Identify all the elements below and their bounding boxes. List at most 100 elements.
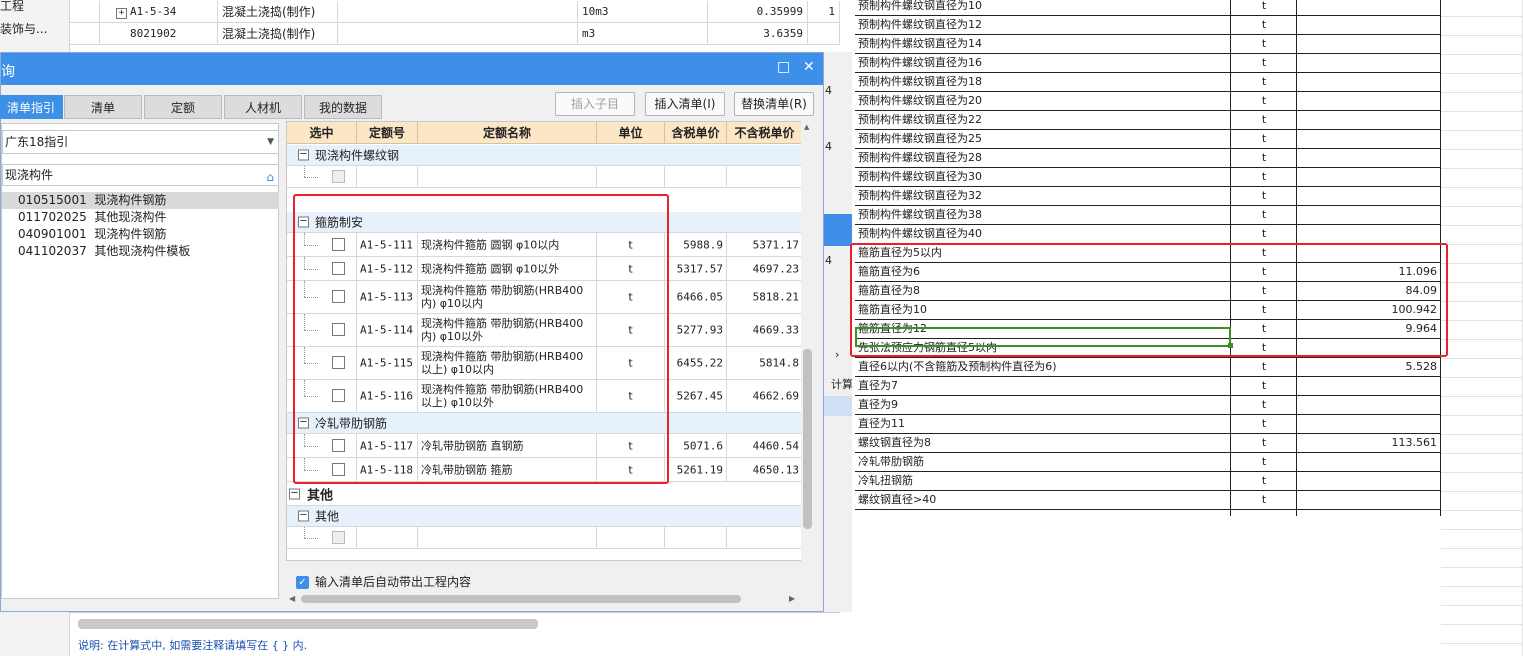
group-row[interactable]: − 箍筋制安 (287, 212, 803, 233)
sheet-row[interactable]: 预制构件螺纹钢直径为38 t (855, 206, 1441, 225)
steel-name-cell[interactable]: 预制构件螺纹钢直径为28 (858, 149, 982, 167)
list-item[interactable]: 010515001 现浇构件钢筋 (2, 192, 279, 209)
insert-list-button[interactable]: 插入清单(I) (645, 92, 725, 116)
col-header-unit[interactable]: 单位 (597, 122, 665, 144)
unit-cell[interactable]: t (1231, 73, 1297, 91)
table-row[interactable]: A1-5-117 冷轧带肋钢筋 直钢筋 t 5071.6 4460.54 (287, 434, 803, 458)
unit-cell[interactable]: t (1231, 358, 1297, 376)
steel-name-cell[interactable]: 预制构件螺纹钢直径为10 (858, 0, 982, 15)
steel-name-cell[interactable]: 直径为7 (858, 377, 898, 395)
table-row[interactable]: A1-5-116 现浇构件箍筋 带肋钢筋(HRB400 以上) φ10以外 t 5267… (287, 380, 803, 413)
unit-cell[interactable]: t (1231, 130, 1297, 148)
dialog-titlebar[interactable]: 询 □ ✕ (1, 53, 823, 85)
tab-list[interactable]: 清单 (64, 95, 142, 119)
maximize-icon[interactable]: □ (777, 59, 790, 75)
table-row[interactable]: A1-5-115 现浇构件箍筋 带肋钢筋(HRB400 以上) φ10以内 t 6455… (287, 347, 803, 380)
col-header-code[interactable]: 定额号 (357, 122, 418, 144)
vertical-scrollbar[interactable]: ▲ (801, 121, 814, 561)
unit-cell[interactable]: t (1231, 396, 1297, 414)
collapse-icon[interactable]: − (289, 488, 300, 499)
group-row[interactable]: − 现浇构件螺纹钢 (287, 145, 803, 166)
expand-icon[interactable]: + (116, 8, 127, 19)
sheet-row[interactable]: 预制构件螺纹钢直径为14 t (855, 35, 1441, 54)
tab-quota[interactable]: 定额 (144, 95, 222, 119)
horizontal-scrollbar[interactable]: ◀ ▶ (287, 593, 801, 605)
table-row[interactable]: + A1-5-34 混凝土浇捣(制作) 10m3 0.35999 1 (70, 1, 840, 23)
tree-item[interactable]: 工程 (0, 0, 24, 14)
col-header-notax-price[interactable]: 不含税单价 (727, 122, 803, 144)
tab-my-data[interactable]: 我的数据 (304, 95, 382, 119)
sheet-row[interactable]: 冷轧带肋钢筋 t (855, 453, 1441, 472)
col-header-tax-price[interactable]: 含税单价 (665, 122, 727, 144)
row-checkbox[interactable] (332, 290, 345, 303)
unit-cell[interactable]: t (1231, 263, 1297, 281)
steel-name-cell[interactable]: 预制构件螺纹钢直径为22 (858, 111, 982, 129)
sheet-row[interactable]: 预制构件螺纹钢直径为10 t (855, 0, 1441, 16)
value-cell[interactable]: 5.528 (1297, 358, 1439, 376)
sheet-row[interactable]: 直径6以内(不含箍筋及预制构件直径为6) t 5.528 (855, 358, 1441, 377)
tab-materials[interactable]: 人材机 (224, 95, 302, 119)
auto-content-checkbox[interactable]: ✓ 输入清单后自动带出工程内容 (296, 573, 471, 590)
row-checkbox[interactable] (332, 438, 345, 452)
steel-name-cell[interactable]: 螺纹钢直径>40 (858, 491, 936, 509)
table-row[interactable]: A1-5-111 现浇构件箍筋 圆钢 φ10以内 t 5988.9 5371.17 (287, 233, 803, 257)
unit-cell[interactable]: t (1231, 0, 1297, 15)
sheet-row[interactable]: 预制构件螺纹钢直径为22 t (855, 111, 1441, 130)
collapse-icon[interactable]: − (298, 149, 309, 161)
steel-name-cell[interactable]: 直径6以内(不含箍筋及预制构件直径为6) (858, 358, 1057, 376)
sheet-row[interactable]: 预制构件螺纹钢直径为40 t (855, 225, 1441, 244)
row-checkbox[interactable] (332, 462, 345, 476)
table-row[interactable]: 8021902 混凝土浇捣(制作) m3 3.6359 (70, 23, 840, 45)
unit-cell[interactable]: t (1231, 415, 1297, 433)
steel-name-cell[interactable]: 箍筋直径为5以内 (858, 244, 942, 262)
steel-name-cell[interactable]: 预制构件螺纹钢直径为25 (858, 130, 982, 148)
tab-list-guide[interactable]: 清单指引 (0, 95, 63, 119)
list-item[interactable]: 011702025 其他现浇构件 (2, 209, 279, 226)
sheet-row[interactable]: 直径为7 t (855, 377, 1441, 396)
steel-name-cell[interactable]: 螺纹钢直径为8 (858, 434, 931, 452)
guide-select[interactable]: 广东18指引 ▼ (2, 130, 279, 154)
close-icon[interactable]: ✕ (803, 59, 815, 75)
value-cell[interactable]: 100.942 (1297, 301, 1439, 319)
unit-cell[interactable]: t (1231, 320, 1297, 338)
unit-cell[interactable]: t (1231, 16, 1297, 34)
unit-cell[interactable]: t (1231, 301, 1297, 319)
sheet-row[interactable]: 直径为9 t (855, 396, 1441, 415)
steel-name-cell[interactable]: 预制构件螺纹钢直径为32 (858, 187, 982, 205)
unit-cell[interactable]: t (1231, 453, 1297, 471)
steel-name-cell[interactable]: 预制构件螺纹钢直径为12 (858, 16, 982, 34)
scroll-right-icon[interactable]: › (835, 348, 839, 361)
sheet-row[interactable]: 预制构件螺纹钢直径为16 t (855, 54, 1441, 73)
row-checkbox[interactable] (332, 530, 345, 544)
table-row[interactable]: A1-5-112 现浇构件箍筋 圆钢 φ10以外 t 5317.57 4697.23 (287, 257, 803, 281)
unit-cell[interactable]: t (1231, 168, 1297, 186)
steel-name-cell[interactable]: 预制构件螺纹钢直径为18 (858, 73, 982, 91)
value-cell[interactable]: 9.964 (1297, 320, 1439, 338)
value-cell[interactable]: 84.09 (1297, 282, 1439, 300)
list-item[interactable]: 040901001 现浇构件钢筋 (2, 226, 279, 243)
unit-cell[interactable]: t (1231, 149, 1297, 167)
collapse-icon[interactable]: − (298, 417, 309, 429)
unit-cell[interactable]: t (1231, 187, 1297, 205)
steel-name-cell[interactable]: 箍筋直径为6 (858, 263, 920, 281)
scroll-thumb[interactable] (301, 595, 741, 603)
steel-name-cell[interactable]: 直径为11 (858, 415, 905, 433)
row-checkbox[interactable] (332, 323, 345, 336)
value-cell[interactable]: 113.561 (1297, 434, 1439, 452)
steel-name-cell[interactable]: 预制构件螺纹钢直径为20 (858, 92, 982, 110)
steel-name-cell[interactable]: 直径为9 (858, 396, 898, 414)
unit-cell[interactable]: t (1231, 491, 1297, 509)
insert-child-button[interactable]: 插入子目 (555, 92, 635, 116)
steel-name-cell[interactable]: 预制构件螺纹钢直径为38 (858, 206, 982, 224)
steel-name-cell[interactable]: 冷轧扭钢筋 (858, 472, 913, 490)
sheet-row[interactable]: 预制构件螺纹钢直径为12 t (855, 16, 1441, 35)
unit-cell[interactable]: t (1231, 225, 1297, 243)
unit-cell[interactable]: t (1231, 282, 1297, 300)
col-header-name[interactable]: 定额名称 (418, 122, 597, 144)
table-row[interactable] (287, 527, 803, 549)
table-row[interactable]: A1-5-113 现浇构件箍筋 带肋钢筋(HRB400 内) φ10以内 t 6466.… (287, 281, 803, 314)
sheet-row[interactable]: 箍筋直径为5以内 t (855, 244, 1441, 263)
unit-cell[interactable]: t (1231, 377, 1297, 395)
group-row[interactable]: − 其他 (287, 506, 803, 527)
steel-name-cell[interactable]: 箍筋直径为8 (858, 282, 920, 300)
